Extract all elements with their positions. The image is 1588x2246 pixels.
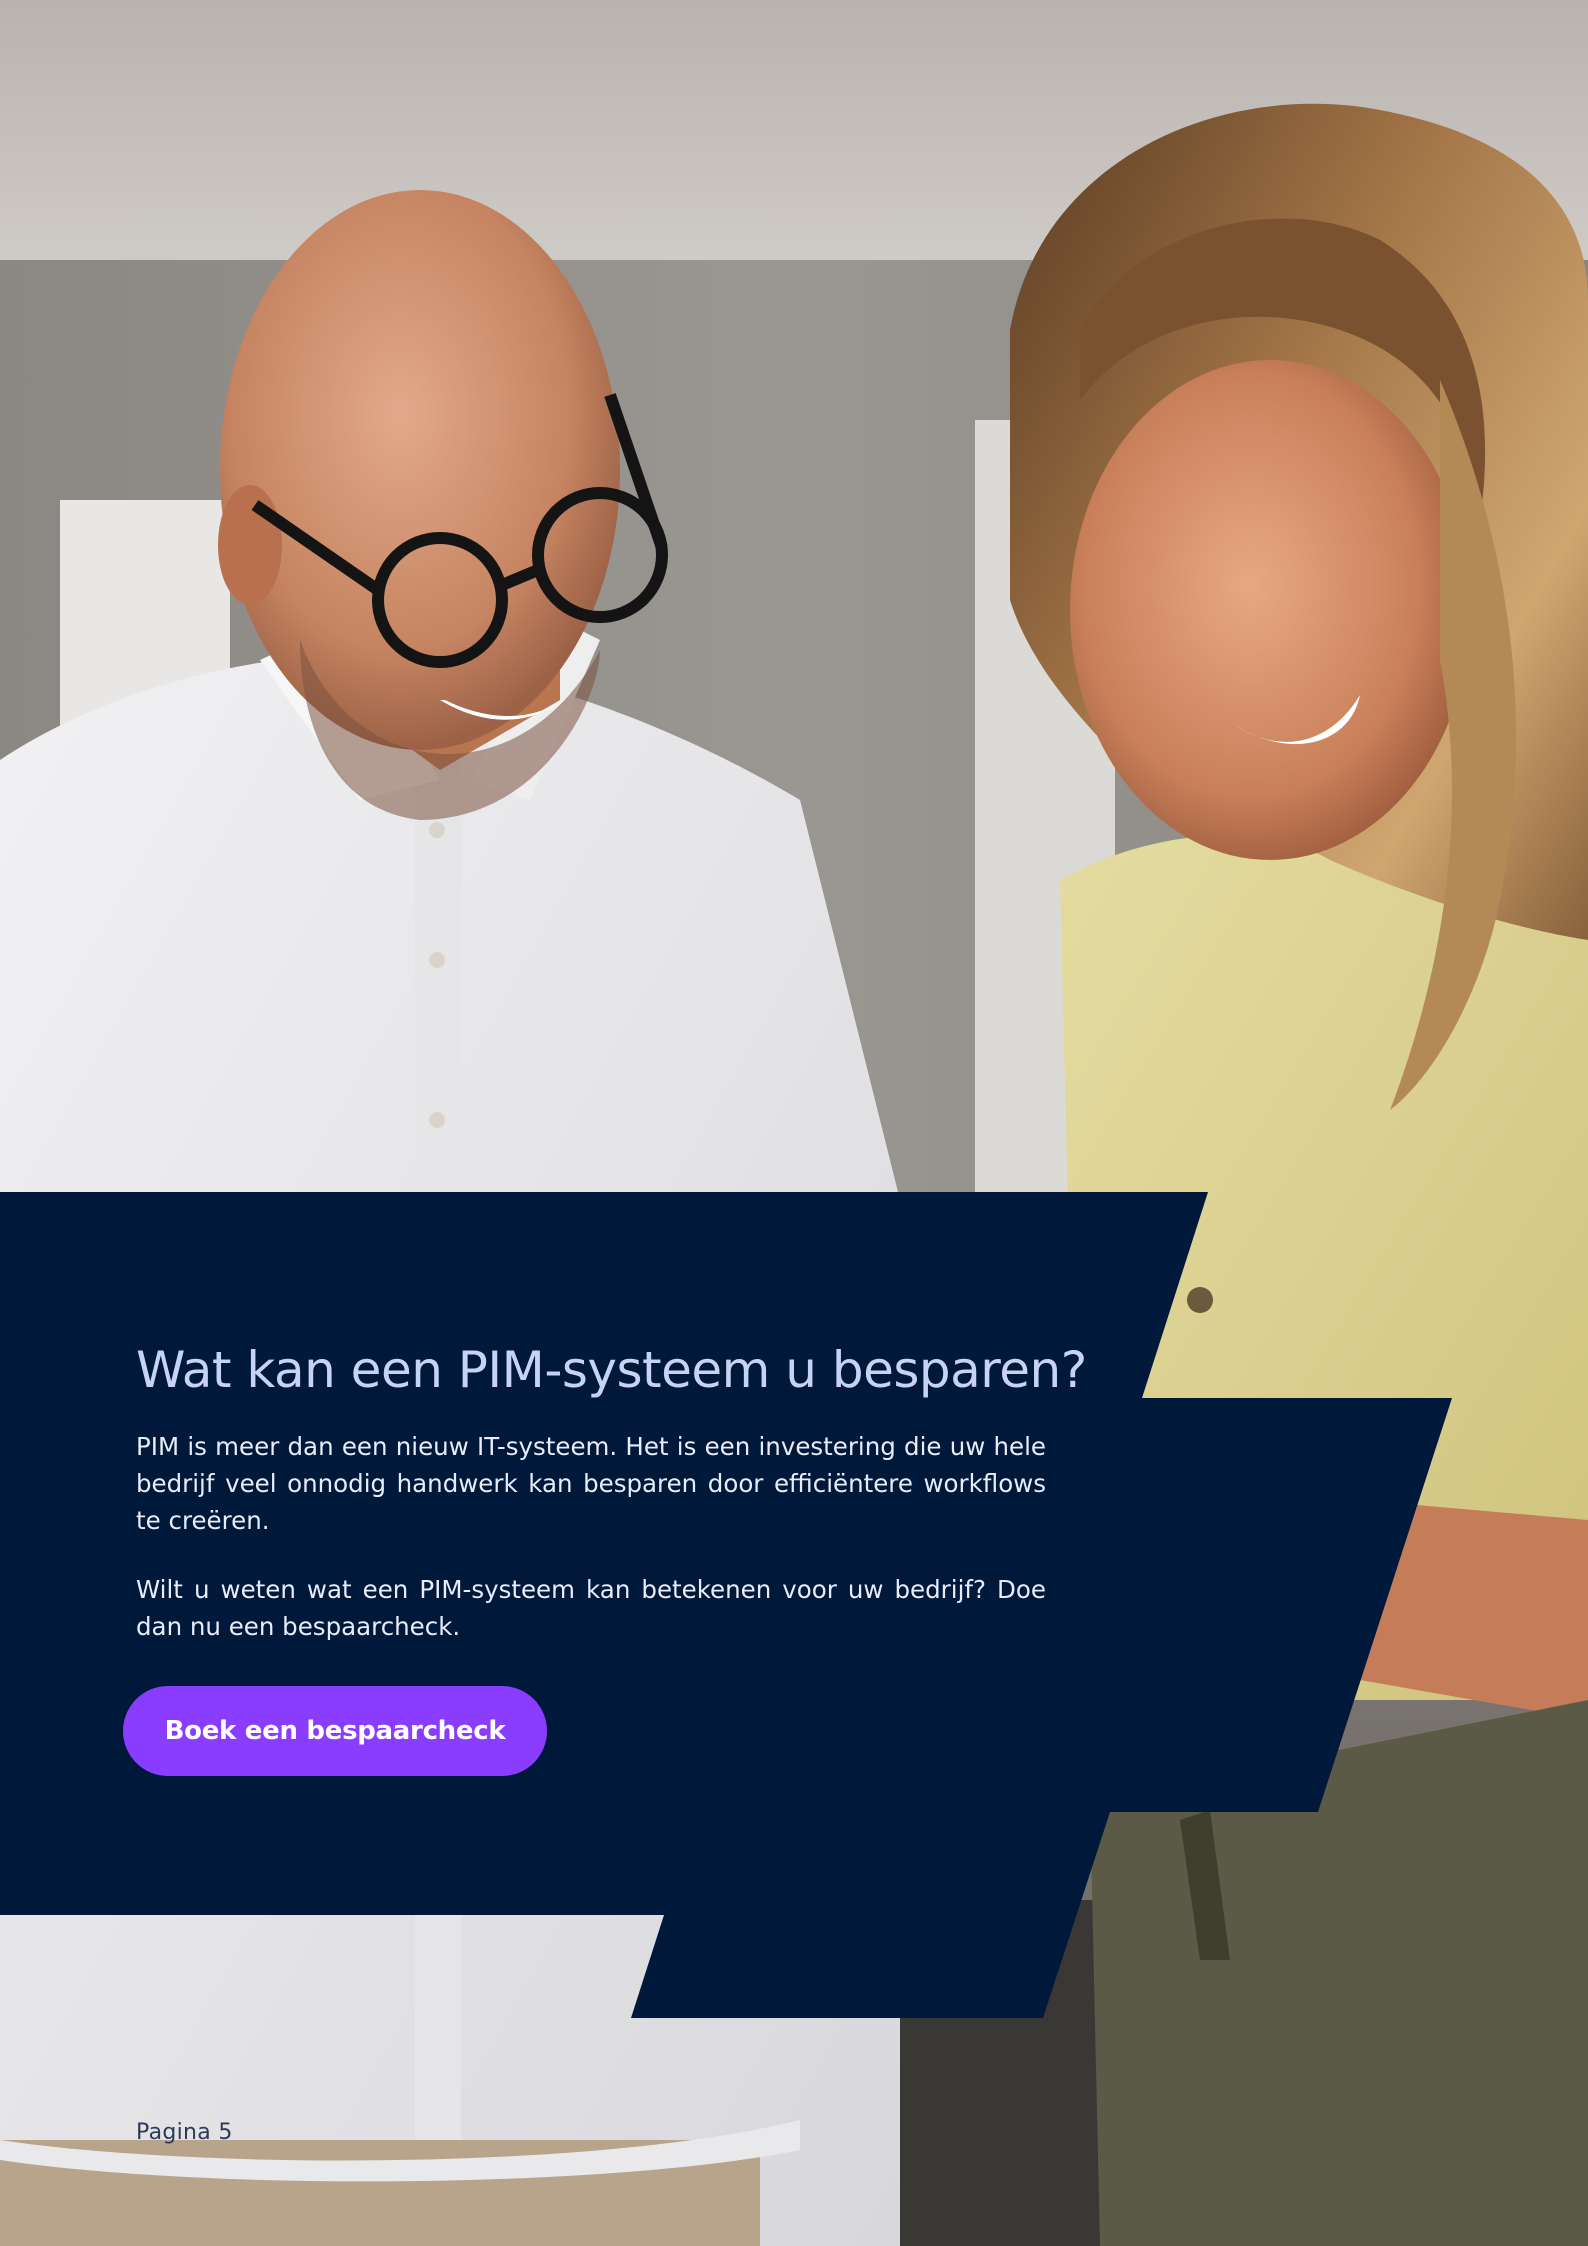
page-number: Pagina 5 bbox=[136, 2120, 233, 2145]
page: Wat kan een PIM-systeem u besparen? PIM … bbox=[0, 0, 1588, 2246]
intro-paragraph: PIM is meer dan een nieuw IT-systeem. He… bbox=[136, 1432, 1046, 1535]
cta-paragraph: Wilt u weten wat een PIM-systeem kan bet… bbox=[136, 1575, 1046, 1641]
content-block: Wat kan een PIM-systeem u besparen? PIM … bbox=[136, 1340, 1087, 1645]
navy-panel bbox=[0, 1192, 1452, 2018]
page-title: Wat kan een PIM-systeem u besparen? bbox=[136, 1341, 1087, 1399]
book-savings-check-button[interactable]: Boek een bespaarcheck bbox=[123, 1686, 547, 1776]
